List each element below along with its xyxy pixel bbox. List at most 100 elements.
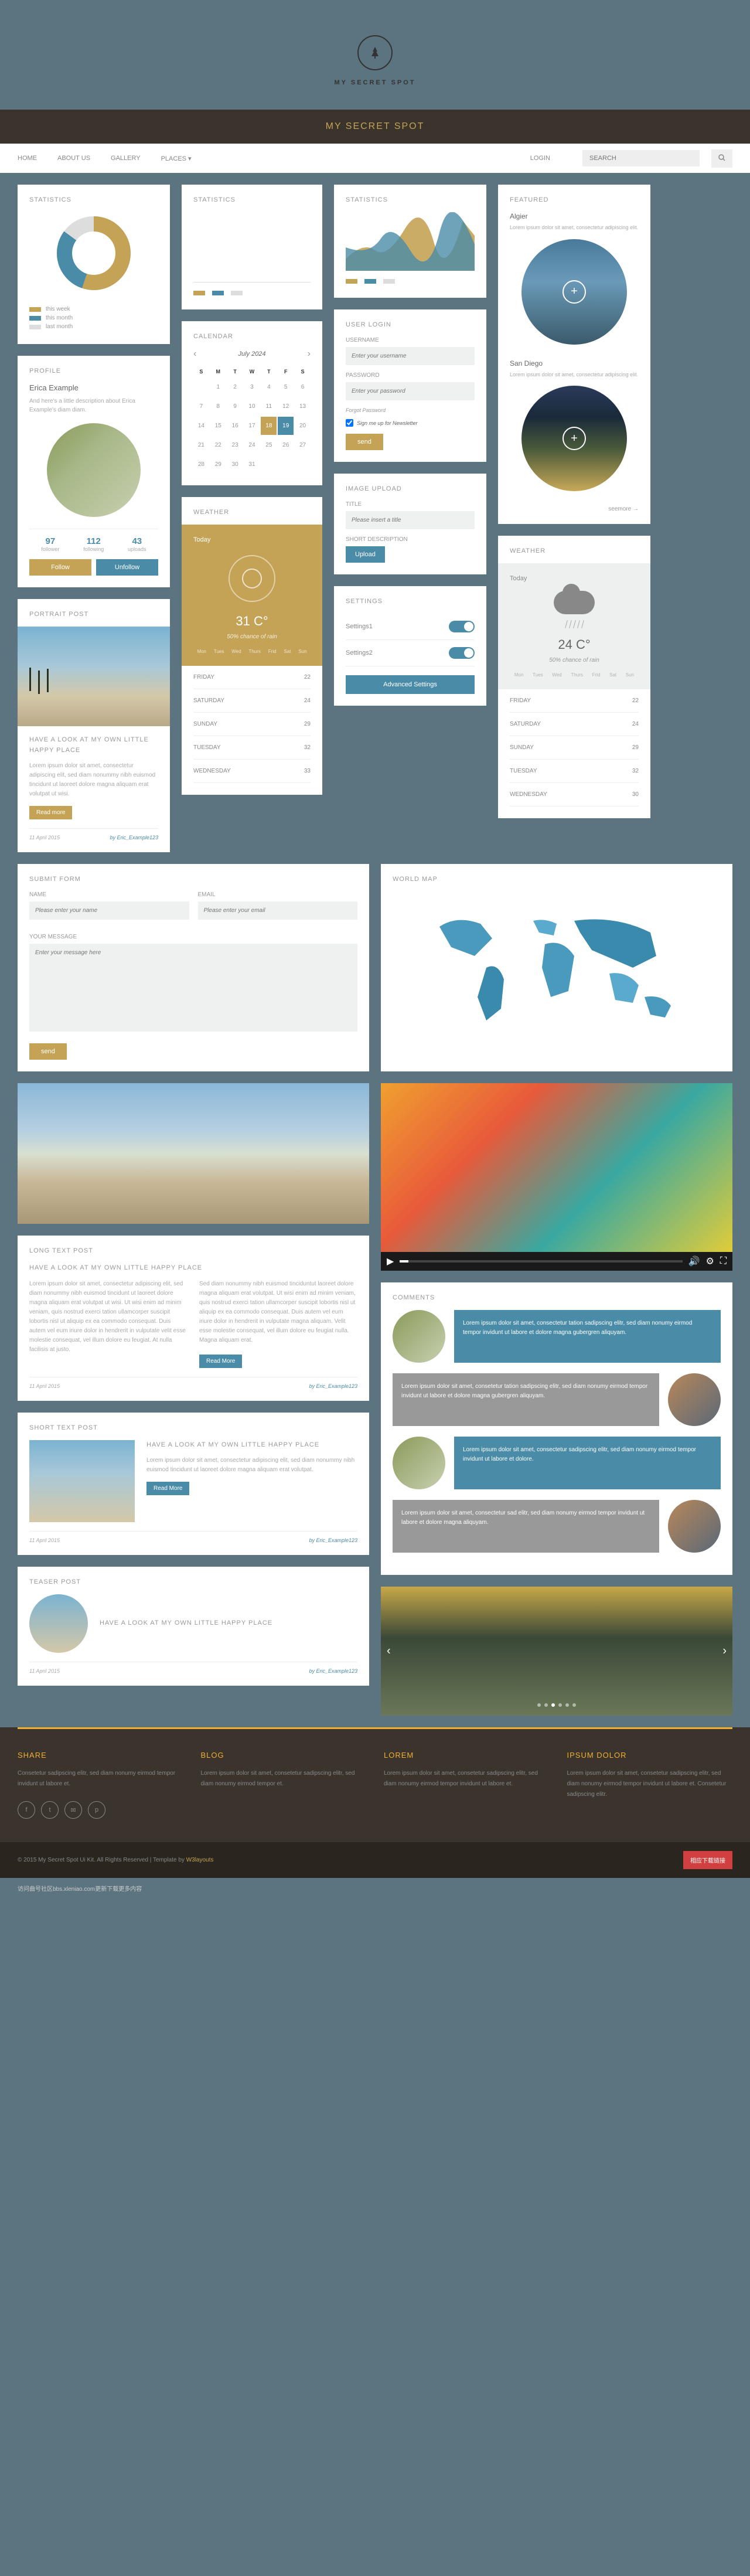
cal-day[interactable]: 30 [227,455,243,474]
seemore-link[interactable]: seemore → [510,506,639,512]
upload-button[interactable]: Upload [346,546,385,563]
newsletter-checkbox[interactable] [346,419,353,427]
follow-button[interactable]: Follow [29,559,91,576]
email-input[interactable] [198,901,358,920]
settings-icon[interactable]: ⚙ [705,1255,714,1267]
nav-places[interactable]: PLACES ▾ [161,155,192,162]
post-author[interactable]: by Eric_Example123 [309,1383,357,1389]
footer: SHARE Consetetur sadipscing elitr, sed d… [0,1727,750,1842]
video-progress[interactable] [400,1260,682,1263]
featured-image[interactable]: + [521,386,627,491]
plus-icon[interactable]: + [562,280,586,304]
read-more-button[interactable]: Read More [146,1482,189,1495]
cal-day[interactable]: 19 [278,417,294,435]
unfollow-button[interactable]: Unfollow [96,559,158,576]
nav-gallery[interactable]: GALLERY [111,155,141,162]
cal-day[interactable]: 11 [261,397,277,416]
cal-day[interactable]: 14 [193,417,209,435]
cal-day[interactable]: 22 [210,436,226,454]
cal-day[interactable]: 27 [295,436,311,454]
post-author[interactable]: by Eric_Example123 [309,1668,357,1674]
portrait-post-card: PORTRAIT POST HAVE A LOOK AT MY OWN LITT… [18,599,170,852]
cal-day[interactable]: 10 [244,397,260,416]
plus-icon[interactable]: + [562,427,586,450]
video-player[interactable]: ▶ 🔊 ⚙ ⛶ [381,1083,732,1271]
message-input[interactable] [29,944,357,1032]
cal-day[interactable] [193,378,209,396]
cal-day[interactable]: 21 [193,436,209,454]
login-send-button[interactable]: send [346,434,383,450]
cal-day[interactable]: 31 [244,455,260,474]
cal-day[interactable] [261,455,277,474]
slider-dots[interactable] [537,1703,576,1707]
cal-prev[interactable]: ‹ [193,349,196,359]
fullscreen-icon[interactable]: ⛶ [720,1256,727,1267]
cal-day[interactable]: 24 [244,436,260,454]
submit-send-button[interactable]: send [29,1043,67,1060]
search-button[interactable] [711,149,732,168]
feed-icon[interactable]: ✉ [64,1801,82,1819]
cal-day[interactable]: 1 [210,378,226,396]
title-input[interactable] [346,511,475,529]
cal-day[interactable]: 3 [244,378,260,396]
submit-form-card: SUBMIT FORM NAME EMAIL YOUR MESSAGE send [18,864,369,1071]
forgot-password-link[interactable]: Forgot Password [346,407,475,413]
setting2-toggle[interactable] [449,647,475,659]
cal-day[interactable]: 20 [295,417,311,435]
cal-day[interactable]: 6 [295,378,311,396]
facebook-icon[interactable]: f [18,1801,35,1819]
slider-prev[interactable]: ‹ [381,1639,397,1664]
read-more-button[interactable]: Read more [29,806,72,819]
legend-item: this month [29,315,158,321]
advanced-settings-button[interactable]: Advanced Settings [346,675,475,694]
cal-day[interactable]: 16 [227,417,243,435]
nav-home[interactable]: HOME [18,155,37,162]
setting1-toggle[interactable] [449,621,475,632]
template-link[interactable]: W3layouts [186,1857,214,1863]
cal-day[interactable]: 25 [261,436,277,454]
calendar-card: CALENDAR ‹ July 2024 › SMTWTFS1234567891… [182,321,322,485]
nav-login[interactable]: LOGIN [530,155,550,162]
comment-bubble: Lorem ipsum dolor sit amet, consectetur … [454,1310,721,1363]
cal-day[interactable]: 17 [244,417,260,435]
cal-day[interactable]: 2 [227,378,243,396]
username-input[interactable] [346,347,475,365]
cal-day[interactable] [295,455,311,474]
message-label: YOUR MESSAGE [29,934,357,940]
slider-next[interactable]: › [717,1639,732,1664]
post-author[interactable]: by Eric_Example123 [110,835,158,840]
read-more-button[interactable]: Read More [199,1355,242,1368]
cal-day[interactable]: 26 [278,436,294,454]
featured-image[interactable]: + [521,239,627,345]
download-button[interactable]: 相应下载链接 [683,1851,732,1869]
cal-day[interactable]: 12 [278,397,294,416]
avatar [393,1310,445,1363]
cal-day[interactable]: 9 [227,397,243,416]
cal-day[interactable]: 7 [193,397,209,416]
search-input[interactable] [582,150,700,166]
cal-day[interactable]: 4 [261,378,277,396]
card-title: WEATHER [193,509,311,516]
cal-day[interactable]: 5 [278,378,294,396]
cal-day[interactable]: 29 [210,455,226,474]
cal-day[interactable]: 18 [261,417,277,435]
twitter-icon[interactable]: t [41,1801,59,1819]
pinterest-icon[interactable]: p [88,1801,105,1819]
play-button[interactable]: ▶ [387,1255,394,1267]
cal-day[interactable] [278,455,294,474]
nav-about[interactable]: ABOUT US [57,155,90,162]
cal-day[interactable]: 28 [193,455,209,474]
name-input[interactable] [29,901,189,920]
cal-day[interactable]: 15 [210,417,226,435]
cal-day[interactable]: 13 [295,397,311,416]
setting2-label: Settings2 [346,649,373,656]
legend-item: last month [29,324,158,330]
cal-next[interactable]: › [308,349,311,359]
cal-day[interactable]: 8 [210,397,226,416]
avatar [668,1500,721,1553]
cal-day[interactable]: 23 [227,436,243,454]
volume-icon[interactable]: 🔊 [688,1255,700,1267]
world-map[interactable] [393,891,721,1056]
post-author[interactable]: by Eric_Example123 [309,1537,357,1543]
password-input[interactable] [346,382,475,400]
